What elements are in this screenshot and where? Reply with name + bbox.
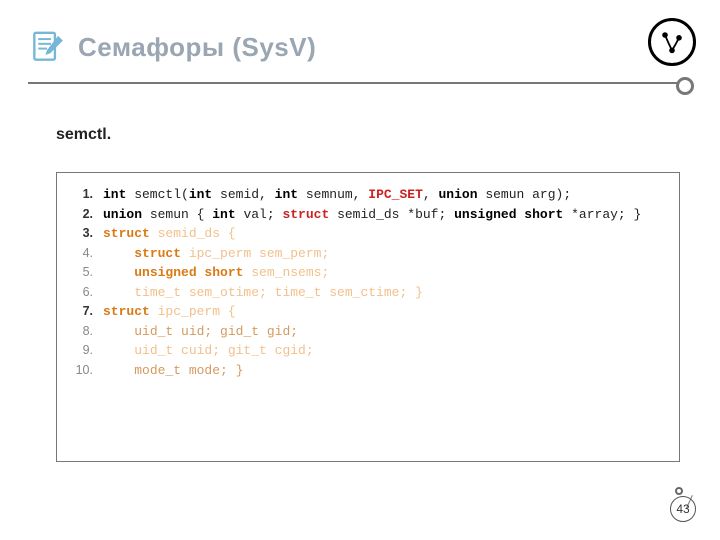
code-content: struct ipc_perm sem_perm;: [103, 244, 665, 264]
notepad-icon: [28, 28, 66, 66]
code-content: uid_t cuid; git_t cgid;: [103, 341, 665, 361]
page-connector-dot: [675, 487, 683, 495]
code-content: uid_t uid; gid_t gid;: [103, 322, 665, 342]
code-line: 8. uid_t uid; gid_t gid;: [67, 322, 665, 342]
code-line: 2. union semun { int val; struct semid_ds…: [67, 205, 665, 225]
line-number: 2.: [67, 205, 93, 225]
line-number: 1.: [67, 185, 93, 205]
code-line: 7. struct ipc_perm {: [67, 302, 665, 322]
network-icon: [648, 18, 696, 66]
code-line: 1. int semctl(int semid, int semnum, IPC_…: [67, 185, 665, 205]
line-number: 7.: [67, 302, 93, 322]
page-number: 43: [670, 496, 696, 522]
code-line: 4. struct ipc_perm sem_perm;: [67, 244, 665, 264]
code-line: 9. uid_t cuid; git_t cgid;: [67, 341, 665, 361]
code-line: 10. mode_t mode; }: [67, 361, 665, 381]
line-number: 5.: [67, 263, 93, 283]
line-number: 8.: [67, 322, 93, 342]
header-row: Семафоры (SysV): [28, 28, 692, 66]
code-box: 1. int semctl(int semid, int semnum, IPC_…: [56, 172, 680, 462]
code-content: int semctl(int semid, int semnum, IPC_SE…: [103, 185, 665, 205]
code-line: 6. time_t sem_otime; time_t sem_ctime; }: [67, 283, 665, 303]
line-number: 9.: [67, 341, 93, 361]
line-number: 3.: [67, 224, 93, 244]
code-lines: 1. int semctl(int semid, int semnum, IPC_…: [67, 185, 665, 380]
slide-title: Семафоры (SysV): [78, 32, 316, 63]
line-number: 4.: [67, 244, 93, 264]
line-number: 6.: [67, 283, 93, 303]
subtitle: semctl.: [56, 126, 111, 144]
code-content: unsigned short sem_nsems;: [103, 263, 665, 283]
code-line: 5. unsigned short sem_nsems;: [67, 263, 665, 283]
code-content: struct semid_ds {: [103, 224, 665, 244]
line-number: 10.: [67, 361, 93, 381]
header-divider: [28, 82, 692, 84]
code-content: mode_t mode; }: [103, 361, 665, 381]
code-content: time_t sem_otime; time_t sem_ctime; }: [103, 283, 665, 303]
code-line: 3. struct semid_ds {: [67, 224, 665, 244]
code-content: struct ipc_perm {: [103, 302, 665, 322]
code-content: union semun { int val; struct semid_ds *…: [103, 205, 665, 225]
slide-root: Семафоры (SysV) semctl. 1. int semctl(int…: [0, 0, 720, 540]
